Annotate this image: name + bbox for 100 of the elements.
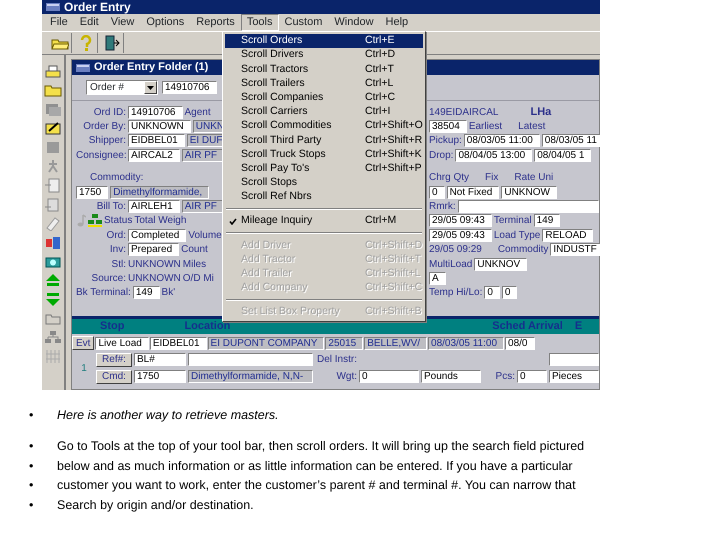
down-arrow-icon[interactable] (44, 291, 62, 307)
input-field[interactable] (188, 353, 313, 366)
input-field[interactable]: 08/03/05 11 (542, 134, 600, 148)
menu-item[interactable]: View (104, 14, 140, 31)
menu-item[interactable]: Edit (74, 14, 105, 31)
field-label: Pickup: (429, 134, 462, 148)
field-label: Bk Terminal: (76, 286, 131, 300)
column-header: E (574, 319, 582, 334)
menu-item[interactable]: Scroll Ref Nbrs (225, 190, 423, 204)
field-label: Order By: (82, 120, 126, 134)
input-field[interactable]: 38504 (429, 120, 467, 134)
input-field[interactable]: 0 (359, 370, 419, 384)
input-field[interactable]: 08/04/05 13:00 (455, 148, 532, 162)
input-field[interactable]: UNKNOWN (128, 120, 191, 134)
field-label: Bill To: (96, 200, 126, 214)
menu-item[interactable]: Scroll Truck Stops Ctrl+Shift+K (225, 148, 423, 162)
search-type-dropdown[interactable]: Order # (86, 80, 158, 95)
bullet: • (28, 438, 34, 455)
menu-item[interactable]: Tools (240, 14, 278, 31)
search-field[interactable]: 14910706 (162, 81, 216, 94)
readonly-field: BELLE,WV/ (364, 336, 428, 350)
input-field[interactable]: 1750 (76, 186, 108, 199)
note-text: customer you want to work, enter the customer’s parent # and terminal #. You can narrow that (57, 477, 576, 494)
input-field[interactable]: 1750 (134, 370, 186, 384)
input-field[interactable]: UNKNOV (474, 258, 528, 271)
input-field[interactable]: UNKNOW (501, 186, 557, 199)
input-field[interactable] (458, 200, 599, 214)
input-field[interactable]: 29/05 09:43 (429, 214, 492, 228)
exit-door-icon[interactable] (104, 35, 120, 51)
readonly-field: Dimethylformamide, N,N- (188, 370, 313, 384)
input-field[interactable]: 149 (534, 214, 560, 228)
input-field[interactable]: BL# (134, 353, 186, 366)
input-field[interactable]: 0 (517, 370, 547, 384)
field-text: Status (104, 214, 132, 228)
input-field[interactable]: INDUSTF (550, 243, 600, 256)
input-field[interactable]: 08/0 (505, 336, 534, 350)
music-note-icon (76, 214, 86, 228)
field-label: Rmrk: (429, 200, 456, 214)
field-button[interactable]: Evt (72, 336, 94, 350)
menu-item[interactable]: Scroll Stops (225, 176, 423, 190)
field-button[interactable]: Cmd: (96, 370, 132, 384)
input-field[interactable]: Live Load (95, 336, 149, 350)
input-field[interactable]: 29/05 09:43 (429, 228, 492, 242)
input-field[interactable]: 0 (429, 186, 445, 199)
readonly-field: 25015 (325, 336, 364, 350)
menu-item[interactable]: Scroll Orders Ctrl+E (225, 34, 423, 48)
input-field[interactable]: Prepared (128, 243, 180, 256)
input-field[interactable]: Not Fixed (446, 186, 500, 199)
input-field[interactable]: 08/04/05 1 (534, 148, 592, 162)
input-field[interactable]: 08/03/05 11:00 (464, 134, 540, 148)
menu-item[interactable]: File (44, 14, 74, 31)
menu-item[interactable]: Scroll Carriers Ctrl+I (225, 104, 423, 120)
check-icon (229, 218, 237, 225)
bullet: • (28, 477, 34, 494)
menu-item[interactable]: Custom (278, 14, 328, 31)
eraser-icon[interactable] (44, 215, 62, 231)
field-label: Ord: (106, 228, 126, 243)
input-field[interactable]: AIRCAL2 (128, 148, 180, 162)
field-text: Fix (485, 171, 498, 186)
menu-item[interactable]: Options (140, 14, 190, 31)
input-field[interactable]: 14910706 (128, 106, 182, 119)
menu-item[interactable]: Scroll Drivers Ctrl+D (225, 48, 423, 62)
field-text: Total Weigh (134, 214, 186, 228)
input-field[interactable]: 0 (502, 286, 518, 300)
field-label: Drop: (429, 148, 454, 163)
field-text: Volume (188, 228, 222, 243)
transfer-icon[interactable] (44, 234, 62, 250)
menu-item[interactable]: Mileage Inquiry Ctrl+M (225, 214, 423, 228)
inbox-icon[interactable] (44, 63, 62, 79)
menu-item[interactable]: Window (328, 14, 380, 31)
menu-item[interactable]: Help (380, 14, 414, 31)
dropdown-arrow-icon (147, 86, 154, 90)
field-label: Pcs: (494, 370, 515, 384)
menu-item[interactable]: Scroll Tractors Ctrl+T (225, 62, 423, 77)
input-field[interactable] (549, 353, 599, 366)
bullet: • (28, 497, 34, 514)
field-button[interactable]: Ref#: (96, 352, 132, 367)
field-label: Inv: (108, 243, 126, 258)
section-label: LHa (529, 104, 552, 120)
input-field[interactable]: AIRLEH1 (128, 200, 180, 214)
column-header: Sched Arrival (492, 319, 563, 334)
input-field[interactable]: RELOAD (542, 228, 594, 242)
input-field[interactable]: Pieces (549, 370, 599, 384)
input-field[interactable]: A (429, 272, 446, 285)
menu-item[interactable]: Scroll Trailers Ctrl+L (225, 76, 423, 91)
input-field[interactable]: 0 (484, 286, 500, 300)
tree-icon[interactable] (44, 329, 62, 345)
note-text: Go to Tools at the top of your tool bar, then scroll orders. It will bring up the search field pictured (57, 438, 584, 455)
input-field[interactable]: Pounds (421, 370, 481, 384)
input-field[interactable]: EIDBEL01 (128, 134, 185, 148)
menu-item[interactable]: Scroll Pay To's Ctrl+Shift+P (225, 162, 423, 176)
document-icon[interactable] (44, 177, 62, 193)
menu-item[interactable]: Reports (190, 14, 241, 31)
edit-icon[interactable] (44, 120, 62, 136)
input-field[interactable]: 149 (132, 286, 160, 300)
field-label: Wgt: (335, 370, 357, 384)
menu-item[interactable]: Scroll Companies Ctrl+C (225, 90, 423, 105)
input-field[interactable]: EIDBEL01 (150, 336, 207, 350)
readonly-field: Dimethylformamide, (110, 186, 210, 199)
input-field[interactable]: Completed (128, 228, 186, 242)
